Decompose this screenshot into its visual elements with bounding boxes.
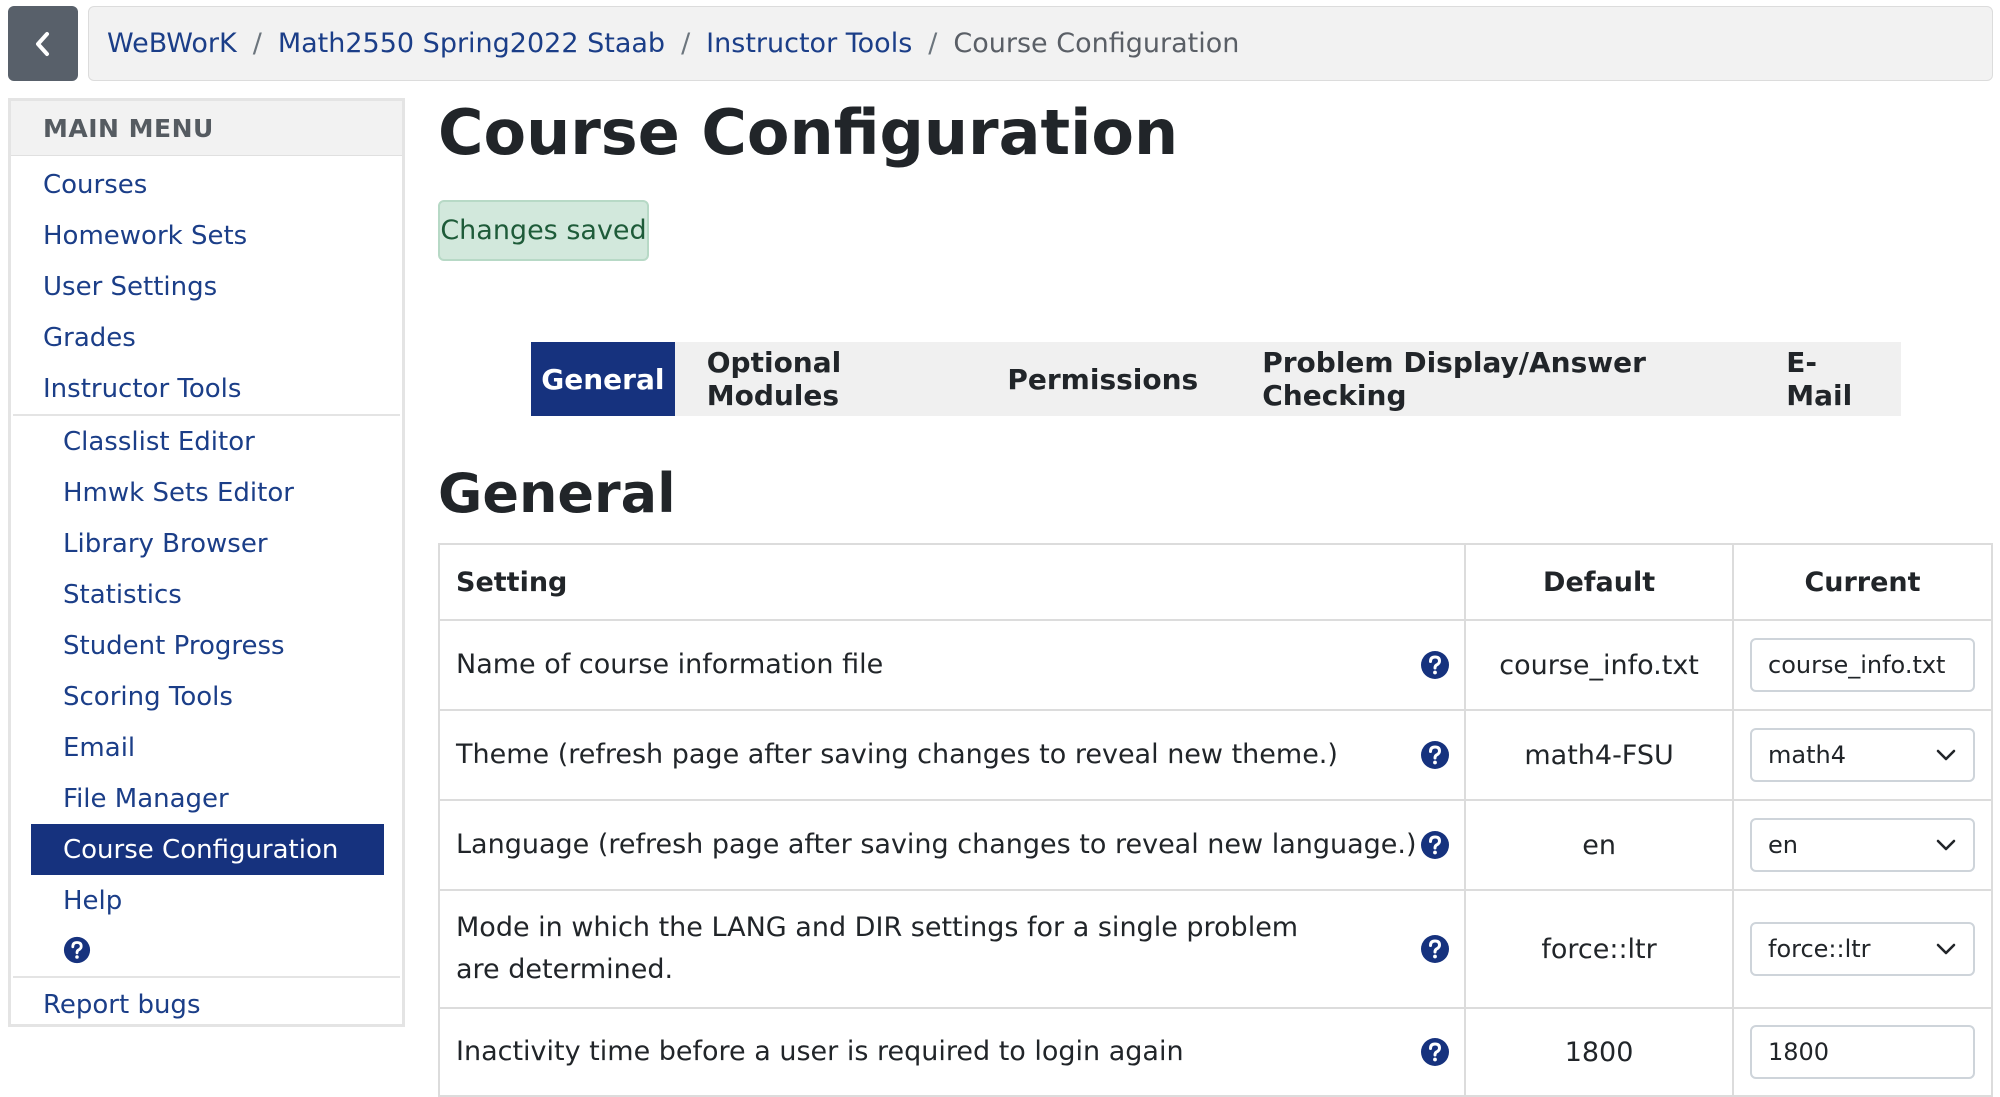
breadcrumb-separator: / <box>928 28 938 59</box>
breadcrumb-separator: / <box>252 28 262 59</box>
sidebar-item-file-manager[interactable]: File Manager <box>13 773 400 824</box>
sidebar-item-statistics[interactable]: Statistics <box>13 569 400 620</box>
page-title: Course Configuration <box>438 96 1179 169</box>
sidebar-item-course-configuration[interactable]: Course Configuration <box>31 824 384 875</box>
column-header-default: Default <box>1464 543 1734 621</box>
question-circle-icon[interactable] <box>1420 830 1450 860</box>
question-circle-icon[interactable] <box>63 936 91 964</box>
default-value: math4-FSU <box>1464 709 1734 801</box>
sidebar-item-student-progress[interactable]: Student Progress <box>13 620 400 671</box>
setting-label: Mode in which the LANG and DIR settings … <box>456 912 1299 985</box>
section-title: General <box>438 462 676 525</box>
main-menu-title: MAIN MENU <box>11 101 402 156</box>
theme-select[interactable]: math4 <box>1750 728 1975 782</box>
sidebar-item-report-bugs[interactable]: Report bugs <box>11 978 402 1032</box>
lang-dir-mode-select[interactable]: force::ltr <box>1750 922 1975 976</box>
sidebar-item-user-settings[interactable]: User Settings <box>11 261 402 312</box>
select-value: math4 <box>1768 741 1846 769</box>
default-value: course_info.txt <box>1464 619 1734 711</box>
tab-general[interactable]: General <box>531 342 675 416</box>
sidebar: MAIN MENU Courses Homework Sets User Set… <box>8 98 405 1027</box>
tab-optional-modules[interactable]: Optional Modules <box>675 342 976 416</box>
sidebar-item-grades[interactable]: Grades <box>11 312 402 363</box>
question-circle-icon[interactable] <box>1420 650 1450 680</box>
inactivity-time-input[interactable] <box>1750 1025 1975 1079</box>
changes-saved-alert: Changes saved <box>438 200 649 261</box>
chevron-left-icon <box>36 31 49 56</box>
default-value: 1800 <box>1464 1007 1734 1097</box>
breadcrumb-link-webwork[interactable]: WeBWorK <box>107 28 237 59</box>
config-tabs: General Optional Modules Permissions Pro… <box>531 342 1901 416</box>
table-row: Name of course information file course_i… <box>437 619 1993 711</box>
table-row: Language (refresh page after saving chan… <box>437 799 1993 891</box>
tab-email[interactable]: E-Mail <box>1754 342 1901 416</box>
column-header-current: Current <box>1732 543 1993 621</box>
breadcrumb-separator: / <box>681 28 691 59</box>
breadcrumb-link-course[interactable]: Math2550 Spring2022 Staab <box>278 28 665 59</box>
sidebar-item-courses[interactable]: Courses <box>11 159 402 210</box>
sidebar-item-instructor-tools[interactable]: Instructor Tools <box>11 363 402 414</box>
sidebar-item-hmwk-sets-editor[interactable]: Hmwk Sets Editor <box>13 467 400 518</box>
setting-label: Inactivity time before a user is require… <box>456 1036 1184 1067</box>
breadcrumb: WeBWorK / Math2550 Spring2022 Staab / In… <box>88 6 1993 81</box>
instructor-tools-submenu: Classlist Editor Hmwk Sets Editor Librar… <box>13 414 400 978</box>
sidebar-item-homework-sets[interactable]: Homework Sets <box>11 210 402 261</box>
chevron-down-icon <box>1936 943 1956 955</box>
setting-label: Theme (refresh page after saving changes… <box>456 739 1338 770</box>
select-value: en <box>1768 831 1798 859</box>
chevron-down-icon <box>1936 839 1956 851</box>
question-circle-icon[interactable] <box>1420 1037 1450 1067</box>
column-header-setting: Setting <box>437 543 1467 621</box>
language-select[interactable]: en <box>1750 818 1975 872</box>
table-row: Mode in which the LANG and DIR settings … <box>437 889 1993 1009</box>
settings-table: Setting Default Current Name of course i… <box>437 543 1993 1097</box>
setting-label: Language (refresh page after saving chan… <box>456 829 1417 860</box>
sidebar-item-classlist-editor[interactable]: Classlist Editor <box>13 416 400 467</box>
chevron-down-icon <box>1936 749 1956 761</box>
breadcrumb-current: Course Configuration <box>953 28 1240 59</box>
table-row: Inactivity time before a user is require… <box>437 1007 1993 1097</box>
breadcrumb-link-instructor-tools[interactable]: Instructor Tools <box>706 28 912 59</box>
tab-problem-display[interactable]: Problem Display/Answer Checking <box>1230 342 1754 416</box>
setting-label: Name of course information file <box>456 649 884 680</box>
default-value: force::ltr <box>1464 889 1734 1009</box>
sidebar-item-email[interactable]: Email <box>13 722 400 773</box>
question-circle-icon[interactable] <box>1420 934 1450 964</box>
question-circle-icon[interactable] <box>1420 740 1450 770</box>
select-value: force::ltr <box>1768 935 1871 963</box>
sidebar-item-scoring-tools[interactable]: Scoring Tools <box>13 671 400 722</box>
default-value: en <box>1464 799 1734 891</box>
sidebar-item-help[interactable]: Help <box>13 875 400 926</box>
tab-permissions[interactable]: Permissions <box>975 342 1230 416</box>
back-button[interactable] <box>8 6 78 81</box>
course-info-file-input[interactable] <box>1750 638 1975 692</box>
sidebar-item-library-browser[interactable]: Library Browser <box>13 518 400 569</box>
table-row: Theme (refresh page after saving changes… <box>437 709 1993 801</box>
